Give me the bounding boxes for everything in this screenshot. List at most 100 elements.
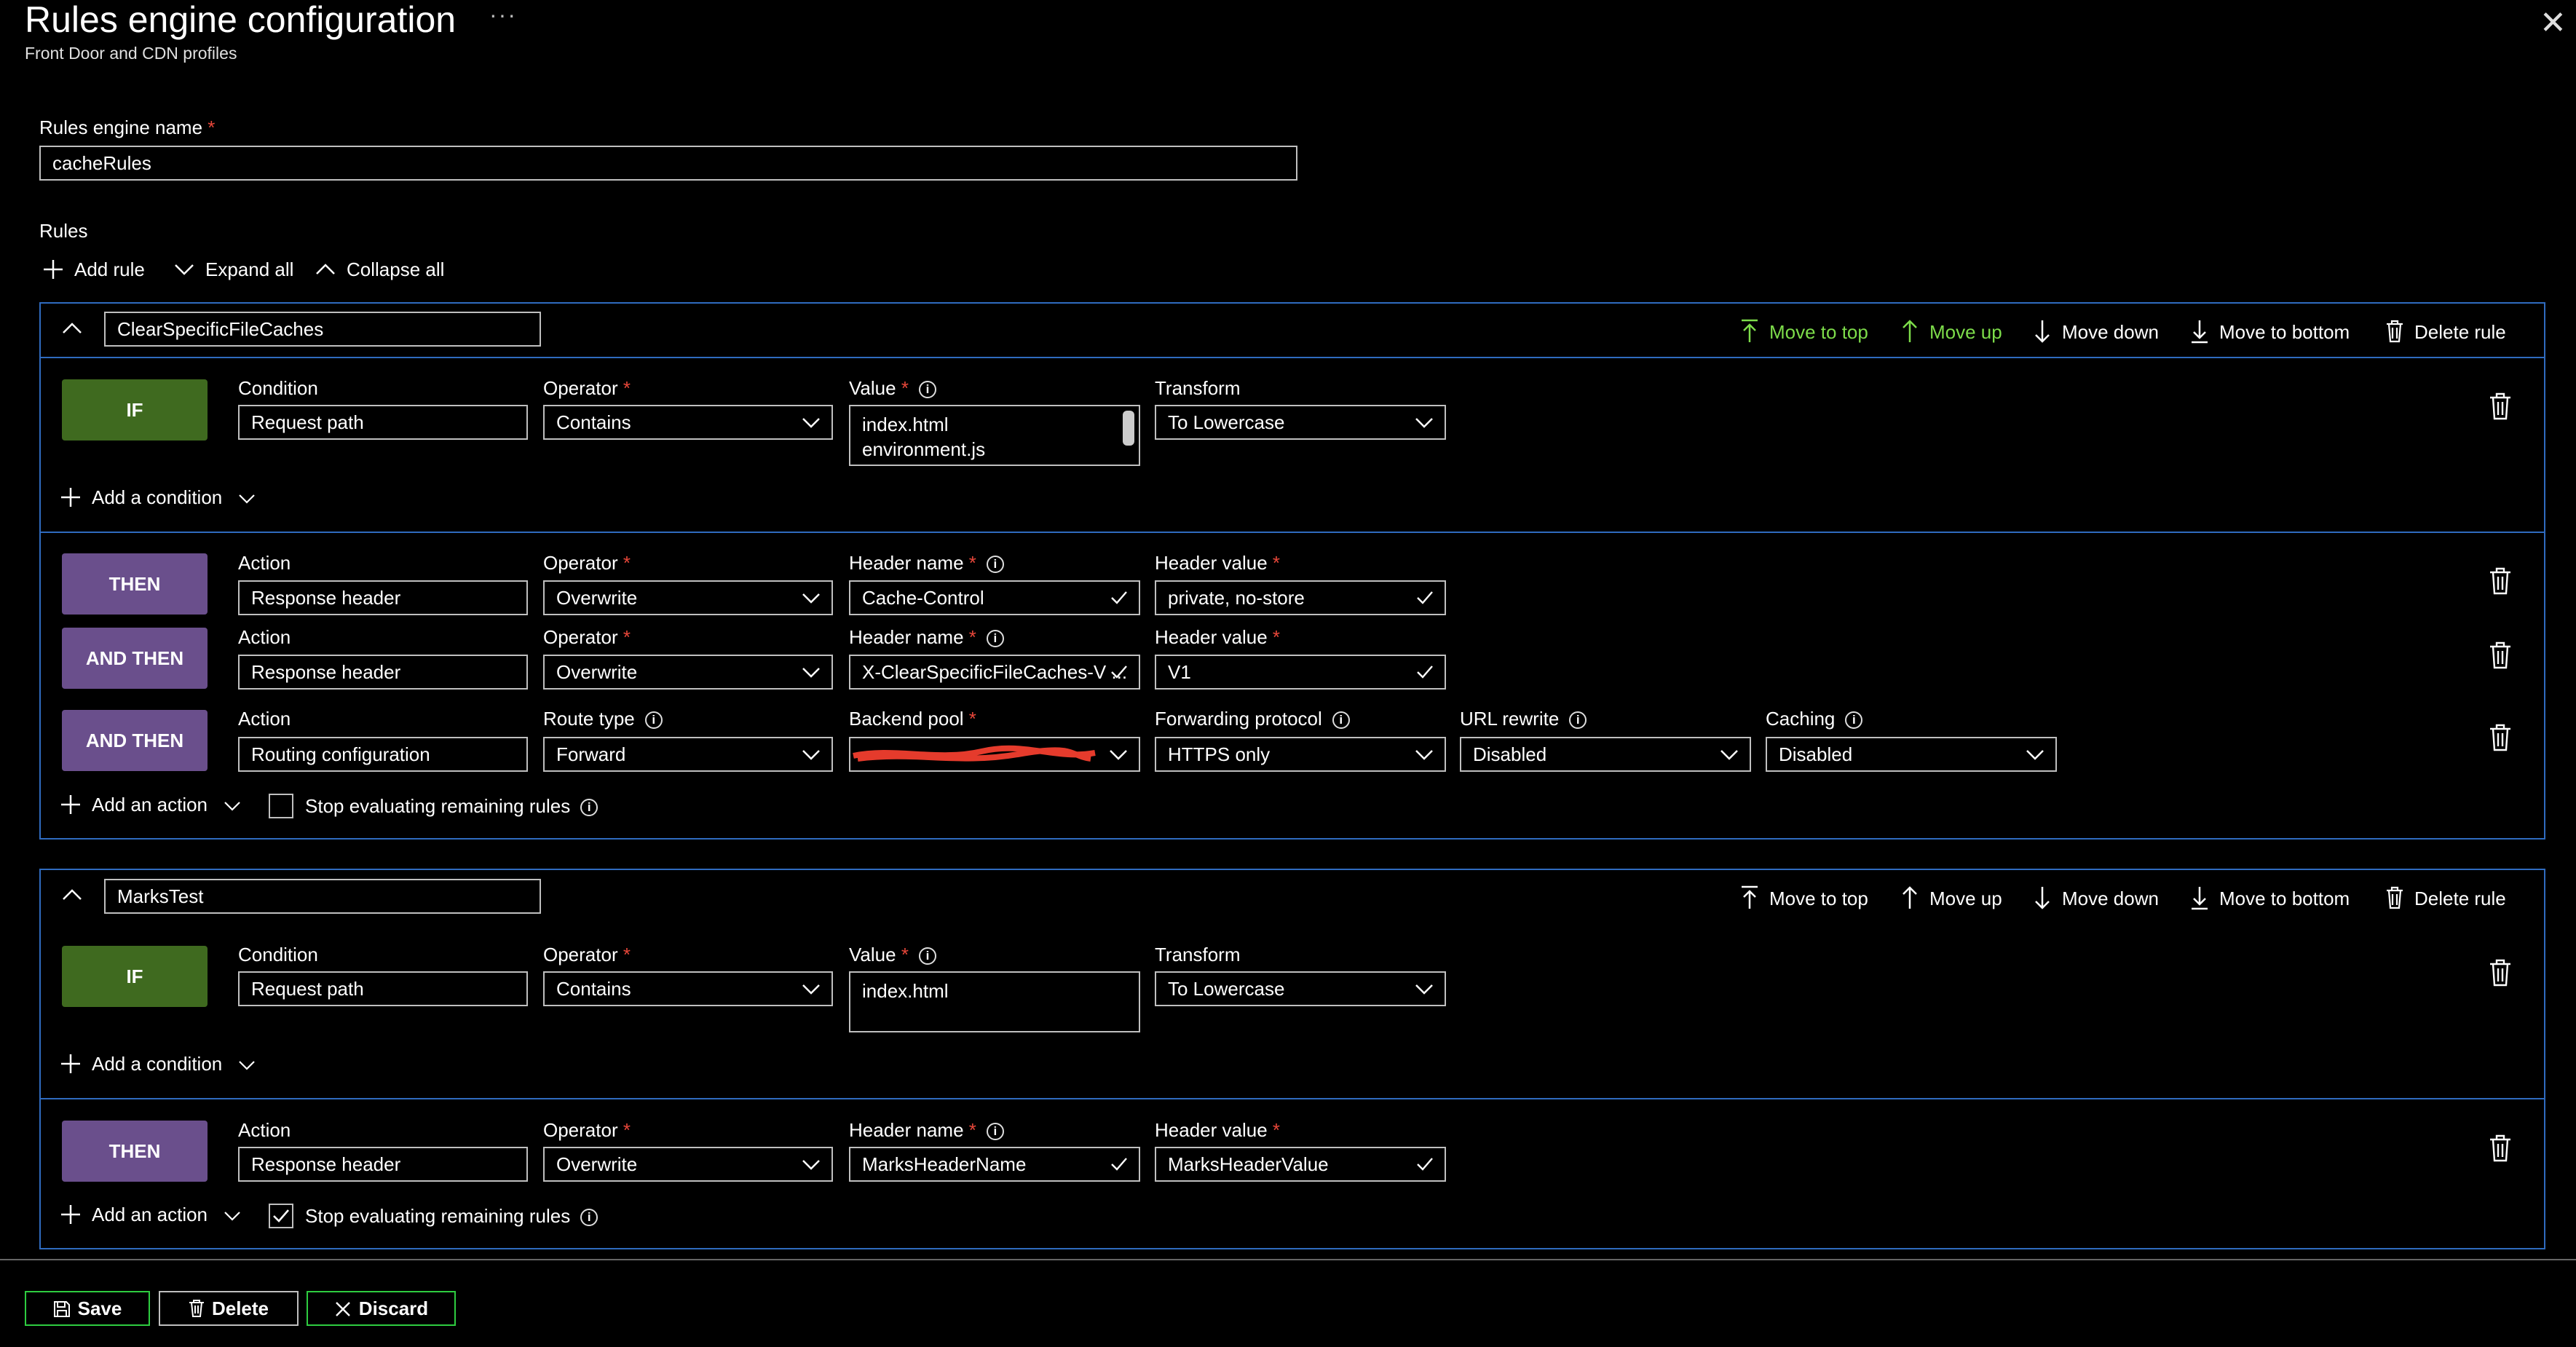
- collapse-rule-icon[interactable]: [61, 317, 83, 343]
- move-to-bottom-button[interactable]: Move to bottom: [2190, 885, 2350, 910]
- add-action-button[interactable]: Add an action: [60, 1204, 242, 1226]
- rule-name-input[interactable]: MarksTest: [104, 879, 541, 914]
- value-textarea[interactable]: index.html environment.js: [849, 405, 1140, 466]
- rule-name-input[interactable]: ClearSpecificFileCaches: [104, 312, 541, 347]
- action-input[interactable]: Response header: [238, 580, 528, 615]
- close-icon[interactable]: ✕: [2540, 4, 2567, 42]
- header-value-label: Header value *: [1155, 1119, 1281, 1141]
- move-to-bottom-icon: [2192, 320, 2208, 344]
- save-icon: [53, 1301, 70, 1317]
- action-input[interactable]: Response header: [238, 655, 528, 690]
- operator-select[interactable]: Contains: [543, 971, 833, 1006]
- action-label: Action: [238, 552, 291, 574]
- trash-icon[interactable]: [2489, 566, 2512, 599]
- header-value-input[interactable]: V1: [1155, 655, 1446, 690]
- action-input[interactable]: Routing configuration: [238, 737, 528, 772]
- backend-pool-select[interactable]: [849, 737, 1140, 772]
- move-up-button[interactable]: Move up: [1900, 319, 2002, 344]
- condition-input[interactable]: Request path: [238, 405, 528, 440]
- trash-icon[interactable]: [2489, 641, 2512, 674]
- add-action-button[interactable]: Add an action: [60, 794, 242, 816]
- add-condition-button[interactable]: Add a condition: [60, 486, 256, 509]
- engine-name-label: Rules engine name *: [39, 116, 216, 138]
- header-name-label: Header name * i: [849, 552, 1004, 574]
- plus-icon: [61, 1205, 80, 1224]
- header-value-input[interactable]: private, no-store: [1155, 580, 1446, 615]
- delete-button[interactable]: Delete: [159, 1291, 299, 1326]
- save-button[interactable]: Save: [25, 1291, 150, 1326]
- move-down-button[interactable]: Move down: [2033, 885, 2159, 910]
- trash-icon[interactable]: [2489, 1134, 2512, 1166]
- collapse-all-button[interactable]: Collapse all: [315, 258, 444, 281]
- operator-select[interactable]: Contains: [543, 405, 833, 440]
- stop-evaluating-checkbox[interactable]: [269, 1204, 293, 1228]
- trash-icon[interactable]: [2489, 958, 2512, 991]
- trash-icon[interactable]: [2489, 392, 2512, 424]
- plus-icon: [61, 795, 80, 814]
- header-value-label: Header value *: [1155, 552, 1281, 574]
- header-name-input[interactable]: MarksHeaderName: [849, 1147, 1140, 1182]
- arrow-down-icon: [2035, 320, 2050, 343]
- chevron-down-icon: [1720, 750, 1738, 760]
- header-value-input[interactable]: MarksHeaderValue: [1155, 1147, 1446, 1182]
- chevron-down-icon: [239, 1061, 256, 1070]
- action-input[interactable]: Response header: [238, 1147, 528, 1182]
- delete-rule-button[interactable]: Delete rule: [2385, 885, 2506, 910]
- scrollbar-thumb[interactable]: [1123, 411, 1134, 446]
- if-badge: IF: [62, 379, 208, 441]
- stop-evaluating-label: Stop evaluating remaining rules i: [305, 1205, 598, 1228]
- stop-evaluating-label: Stop evaluating remaining rules i: [305, 795, 598, 818]
- forwarding-protocol-select[interactable]: HTTPS only: [1155, 737, 1446, 772]
- operator-select[interactable]: Overwrite: [543, 655, 833, 690]
- arrow-up-icon: [1903, 886, 1917, 909]
- expand-all-button[interactable]: Expand all: [173, 258, 293, 281]
- route-type-label: Route type i: [543, 708, 663, 730]
- chevron-down-icon: [802, 1160, 820, 1170]
- move-to-top-button[interactable]: Move to top: [1740, 885, 1868, 910]
- move-down-button[interactable]: Move down: [2033, 319, 2159, 344]
- operator-select[interactable]: Overwrite: [543, 1147, 833, 1182]
- trash-icon[interactable]: [2489, 723, 2512, 756]
- engine-name-input[interactable]: cacheRules: [39, 146, 1297, 181]
- header-name-input[interactable]: Cache-Control: [849, 580, 1140, 615]
- more-options-icon[interactable]: ···: [489, 1, 517, 28]
- add-rule-button[interactable]: Add rule: [42, 258, 145, 281]
- chevron-down-icon: [802, 750, 820, 760]
- condition-input[interactable]: Request path: [238, 971, 528, 1006]
- info-icon: i: [986, 1123, 1004, 1140]
- page-title: Rules engine configuration: [25, 0, 457, 40]
- transform-select[interactable]: To Lowercase: [1155, 971, 1446, 1006]
- url-rewrite-select[interactable]: Disabled: [1460, 737, 1751, 772]
- discard-button[interactable]: Discard: [307, 1291, 456, 1326]
- header-name-label: Header name * i: [849, 1119, 1004, 1142]
- arrow-up-icon: [1903, 320, 1917, 342]
- route-type-select[interactable]: Forward: [543, 737, 833, 772]
- checkmark-icon: [1111, 665, 1127, 679]
- info-icon: i: [918, 947, 936, 965]
- header-name-input[interactable]: X-ClearSpecificFileCaches-V ...: [849, 655, 1140, 690]
- collapse-rule-icon[interactable]: [61, 884, 83, 909]
- footer-divider: [0, 1259, 2576, 1260]
- stop-evaluating-checkbox[interactable]: [269, 794, 293, 818]
- value-line: environment.js: [862, 438, 986, 460]
- move-to-top-button[interactable]: Move to top: [1740, 319, 1868, 344]
- header-value-label: Header value *: [1155, 626, 1281, 648]
- move-up-button[interactable]: Move up: [1900, 885, 2002, 910]
- page-subtitle: Front Door and CDN profiles: [25, 44, 237, 63]
- value-label: Value * i: [849, 377, 936, 400]
- chevron-down-icon: [2026, 750, 2044, 760]
- value-textarea[interactable]: index.html: [849, 971, 1140, 1032]
- rule-divider: [39, 1098, 2545, 1099]
- operator-label: Operator *: [543, 1119, 631, 1141]
- checkmark-icon: [1417, 591, 1433, 604]
- add-condition-button[interactable]: Add a condition: [60, 1053, 256, 1075]
- operator-select[interactable]: Overwrite: [543, 580, 833, 615]
- move-to-bottom-button[interactable]: Move to bottom: [2190, 319, 2350, 344]
- caching-select[interactable]: Disabled: [1766, 737, 2057, 772]
- info-icon: i: [1569, 711, 1587, 729]
- delete-rule-button[interactable]: Delete rule: [2385, 319, 2506, 344]
- then-badge: THEN: [62, 1121, 208, 1182]
- transform-select[interactable]: To Lowercase: [1155, 405, 1446, 440]
- close-icon: [335, 1302, 350, 1316]
- rule-card-2: [39, 869, 2545, 1249]
